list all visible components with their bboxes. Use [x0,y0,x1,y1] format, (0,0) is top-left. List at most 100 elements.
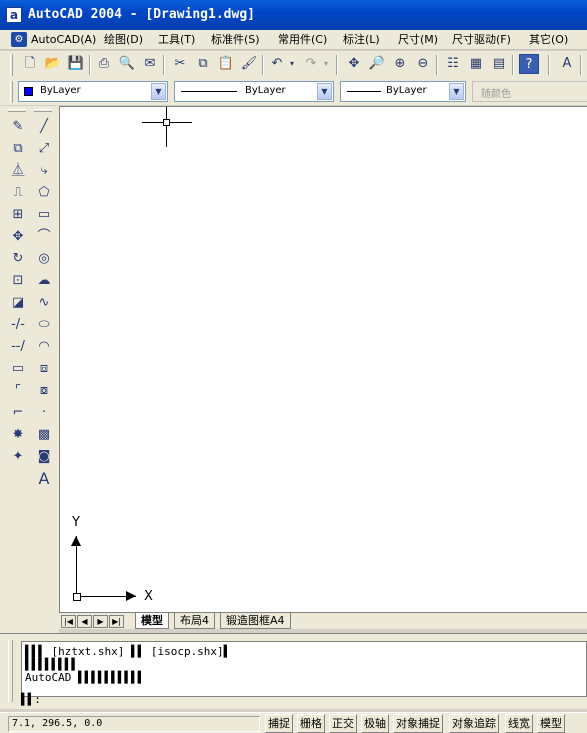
break-icon[interactable]: ▭ [8,359,28,379]
command-window-grip[interactable] [8,640,13,702]
plot-icon[interactable]: ⎙ [94,54,114,74]
circle-icon[interactable]: ◎ [34,249,54,269]
fillet-icon[interactable]: ⌐ [8,403,28,423]
toolbar-grip[interactable] [10,81,13,103]
modify-tool-icon[interactable]: ✦ [8,447,28,467]
plot-preview-icon[interactable]: 🔍 [117,54,137,74]
tab-layout4[interactable]: 布局4 [174,613,215,629]
save-icon[interactable]: 💾 [66,54,86,74]
grid-toggle[interactable]: 栅格 [297,714,325,733]
publish-icon[interactable]: ✉ [140,54,160,74]
menu-size[interactable]: 尺寸(M) [398,32,438,48]
line-icon[interactable]: ╱ [34,117,54,137]
region-icon[interactable]: ◙ [34,447,54,467]
zoom-previous-icon[interactable]: ⊖ [413,54,433,74]
command-history[interactable]: ▌▌▌ [hztxt.shx] ▌▌ [isocp.shx]▌ ▌▌▌▌▌▌▌▌… [21,641,587,697]
pan-realtime-icon[interactable]: ✥ [344,54,364,74]
menu-draw[interactable]: 绘图(D) [104,32,143,48]
tab-forging-frame-a4[interactable]: 锻造图框A4 [220,613,291,629]
move-icon[interactable]: ✥ [8,227,28,247]
undo-icon[interactable]: ↶ [267,54,287,74]
rotate-icon[interactable]: ↻ [8,249,28,269]
zoom-realtime-icon[interactable]: 🔎 [367,54,387,74]
mirror-icon[interactable]: ⏅ [8,161,28,181]
match-properties-icon[interactable]: 🖌 [239,54,259,74]
prev-tab-icon[interactable]: ◀ [77,615,92,628]
lineweight-toggle[interactable]: 线宽 [505,714,533,733]
point-icon[interactable]: · [34,403,54,423]
paste-icon[interactable]: 📋 [216,54,236,74]
scale-icon[interactable]: ⊡ [8,271,28,291]
copy-icon[interactable]: ⧉ [193,54,213,74]
document-menu-icon[interactable]: ⚙ [11,32,27,47]
polar-toggle[interactable]: 极轴 [361,714,389,733]
zoom-window-icon[interactable]: ⊕ [390,54,410,74]
multiline-text-icon[interactable]: A [34,469,54,489]
erase-icon[interactable]: ✎ [8,117,28,137]
layer-combo[interactable]: ByLayer ▼ [18,81,168,102]
stretch-icon[interactable]: ◪ [8,293,28,313]
ortho-toggle[interactable]: 正交 [329,714,357,733]
chamfer-icon[interactable]: ⌜ [8,381,28,401]
menu-tools[interactable]: 工具(T) [158,32,195,48]
menu-standard-parts[interactable]: 标准件(S) [211,32,260,48]
redo-dropdown-icon[interactable]: ▾ [321,54,331,74]
arc-icon[interactable]: ⌒ [34,227,54,247]
polygon-icon[interactable]: ⬠ [34,183,54,203]
ucs-y-label: Y [72,515,80,530]
toolbar-grip[interactable] [34,109,52,112]
last-tab-icon[interactable]: ▶| [109,615,124,628]
model-space-toggle[interactable]: 模型 [537,714,565,733]
cut-icon[interactable]: ✂ [170,54,190,74]
make-block-icon[interactable]: ⧇ [34,381,54,401]
chevron-down-icon[interactable]: ▼ [317,83,332,100]
spline-icon[interactable]: ∿ [34,293,54,313]
trim-icon[interactable]: -/- [8,315,28,335]
open-file-icon[interactable]: 📂 [43,54,63,74]
new-file-icon[interactable]: 🗋 [20,54,40,74]
plotstyle-combo[interactable]: 随颜色 [472,81,587,102]
hatch-icon[interactable]: ▩ [34,425,54,445]
tool-palettes-icon[interactable]: ▤ [489,54,509,74]
tab-model[interactable]: 模型 [135,613,169,629]
array-icon[interactable]: ⊞ [8,205,28,225]
ellipse-icon[interactable]: ⬭ [34,315,54,335]
snap-toggle[interactable]: 捕捉 [265,714,293,733]
properties-icon[interactable]: ☷ [443,54,463,74]
first-tab-icon[interactable]: |◀ [61,615,76,628]
toolbar-grip[interactable] [8,109,26,112]
undo-dropdown-icon[interactable]: ▾ [287,54,297,74]
autocad-app-icon[interactable]: a [6,7,22,23]
menu-size-driven[interactable]: 尺寸驱动(F) [452,32,511,48]
lineweight-combo[interactable]: ByLayer ▼ [340,81,466,102]
menu-dimension[interactable]: 标注(L) [343,32,380,48]
copy-object-icon[interactable]: ⧉ [8,139,28,159]
chevron-down-icon[interactable]: ▼ [449,83,464,100]
revcloud-icon[interactable]: ☁ [34,271,54,291]
menu-other[interactable]: 其它(O) [529,32,568,48]
polyline-icon[interactable]: ⤷ [34,161,54,181]
command-prompt[interactable]: ▌▌: [21,693,41,706]
redo-icon[interactable]: ↷ [301,54,321,74]
osnap-toggle[interactable]: 对象捕捉 [393,714,443,733]
otrack-toggle[interactable]: 对象追踪 [449,714,499,733]
insert-block-icon[interactable]: ⧈ [34,359,54,379]
extend-icon[interactable]: --/ [8,337,28,357]
linetype-combo[interactable]: ByLayer ▼ [174,81,334,102]
drawing-canvas[interactable]: Y X [59,106,587,612]
rectangle-icon[interactable]: ▭ [34,205,54,225]
ellipse-arc-icon[interactable]: ◠ [34,337,54,357]
next-tab-icon[interactable]: ▶ [93,615,108,628]
toolbar-grip[interactable] [10,54,13,76]
text-style-icon[interactable]: A [557,54,577,74]
menu-autocad[interactable]: AutoCAD(A) [31,32,96,48]
design-center-icon[interactable]: ▦ [466,54,486,74]
chevron-down-icon[interactable]: ▼ [151,83,166,100]
offset-icon[interactable]: ⎍ [8,183,28,203]
explode-icon[interactable]: ✸ [8,425,28,445]
command-history-line: AutoCAD ▌▌▌▌▌▌▌▌▌▌ [25,671,145,684]
help-icon[interactable]: ? [519,54,539,74]
coordinate-readout[interactable]: 7.1, 296.5, 0.0 [8,716,260,732]
construction-line-icon[interactable]: ⤢ [34,139,54,159]
menu-common-parts[interactable]: 常用件(C) [278,32,327,48]
